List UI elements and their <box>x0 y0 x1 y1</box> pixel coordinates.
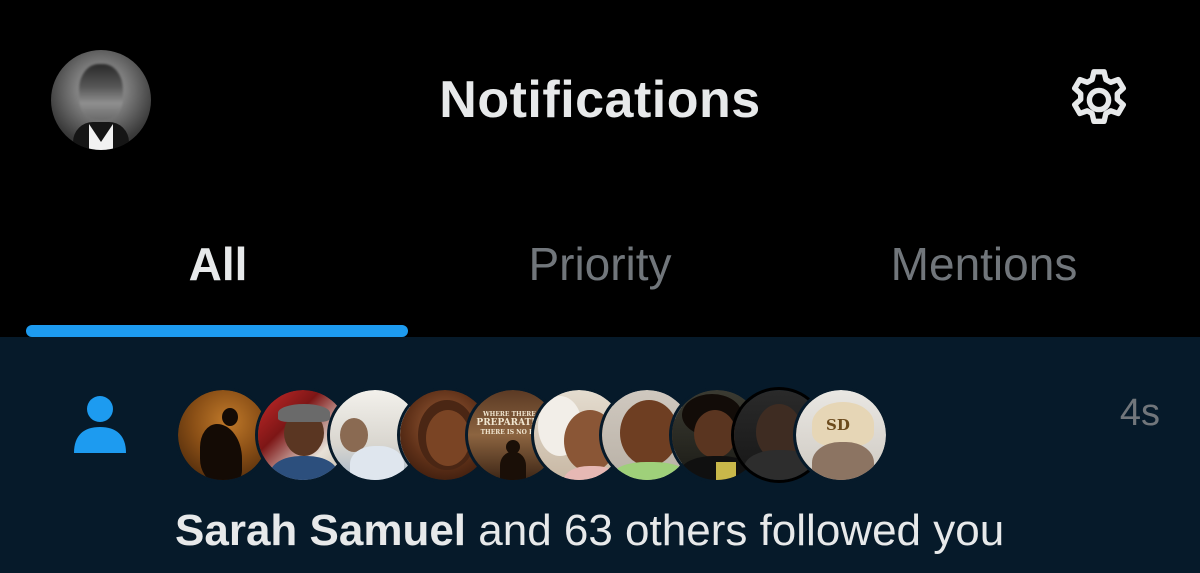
tab-priority-label: Priority <box>528 238 672 290</box>
tab-priority[interactable]: Priority <box>400 200 800 337</box>
tab-mentions[interactable]: Mentions <box>784 200 1184 337</box>
follower-avatar[interactable]: SD <box>793 387 889 483</box>
cap-logo: SD <box>826 416 850 434</box>
app-root: Notifications All Priority Mentions 4s W… <box>0 0 1200 573</box>
follower-avatars: WHERE THERE IS PREPARATION THERE IS NO F… <box>175 387 895 487</box>
notification-action: and 63 others followed you <box>466 506 1005 555</box>
page-title: Notifications <box>439 71 761 129</box>
active-tab-indicator <box>26 325 408 337</box>
actor-name[interactable]: Sarah Samuel <box>175 506 466 555</box>
notification-timestamp: 4s <box>1119 392 1160 434</box>
gear-icon <box>1072 69 1126 125</box>
top-bar: Notifications <box>0 0 1200 200</box>
notification-text: Sarah Samuel and 63 others followed you <box>175 505 1004 557</box>
notification-tabs: All Priority Mentions <box>0 200 1200 337</box>
tab-all[interactable]: All <box>18 200 418 337</box>
tab-mentions-label: Mentions <box>890 238 1078 290</box>
notification-item[interactable]: 4s WHERE THERE IS PREPARATION THERE IS N… <box>0 337 1200 573</box>
tab-all-label: All <box>188 238 248 290</box>
settings-button[interactable] <box>1063 64 1135 136</box>
person-icon <box>74 396 126 453</box>
